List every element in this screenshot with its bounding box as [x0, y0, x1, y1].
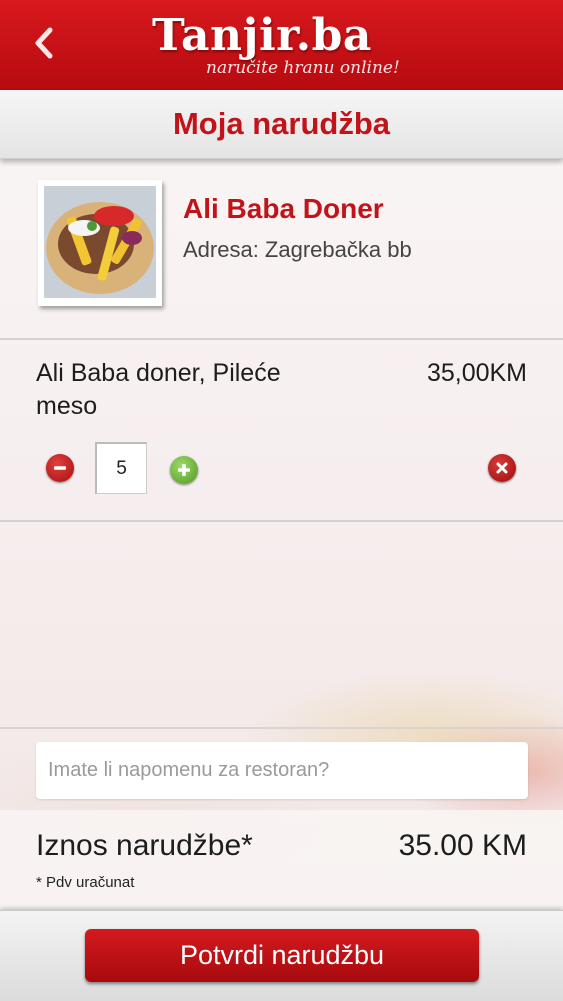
vat-included-note: * Pdv uračunat [36, 874, 135, 891]
quantity-field[interactable] [95, 442, 147, 494]
section-divider [0, 727, 563, 729]
app-header: Tanjir.ba naručite hranu online! [0, 0, 563, 90]
close-circle-icon [496, 462, 508, 474]
logo-text: Tanjir.ba [152, 10, 372, 61]
app-logo: Tanjir.ba naručite hranu online! [152, 10, 422, 85]
remove-item-button[interactable] [488, 454, 516, 482]
order-item-price: 35,00KM [426, 359, 527, 387]
logo-tagline: naručite hranu online! [206, 58, 400, 78]
restaurant-note-input[interactable] [36, 742, 528, 799]
back-button[interactable] [22, 18, 66, 68]
restaurant-name: Ali Baba Doner [183, 193, 384, 224]
chevron-left-icon [35, 27, 53, 59]
title-bar: Moja narudžba [0, 90, 563, 159]
order-total-label: Iznos narudžbe* [36, 829, 253, 862]
increase-quantity-button[interactable] [170, 456, 198, 484]
restaurant-address: Adresa: Zagrebačka bb [183, 237, 412, 262]
restaurant-photo [38, 180, 162, 306]
order-item-name: Ali Baba doner, Pileće meso [36, 359, 281, 420]
decrease-quantity-button[interactable] [46, 454, 74, 482]
minus-circle-icon [54, 466, 66, 470]
plus-circle-icon [178, 464, 190, 476]
page-title: Moja narudžba [172, 106, 390, 141]
confirm-order-button[interactable]: Potvrdi narudžbu [85, 929, 479, 982]
order-total-value: 35.00 KM [398, 829, 527, 862]
